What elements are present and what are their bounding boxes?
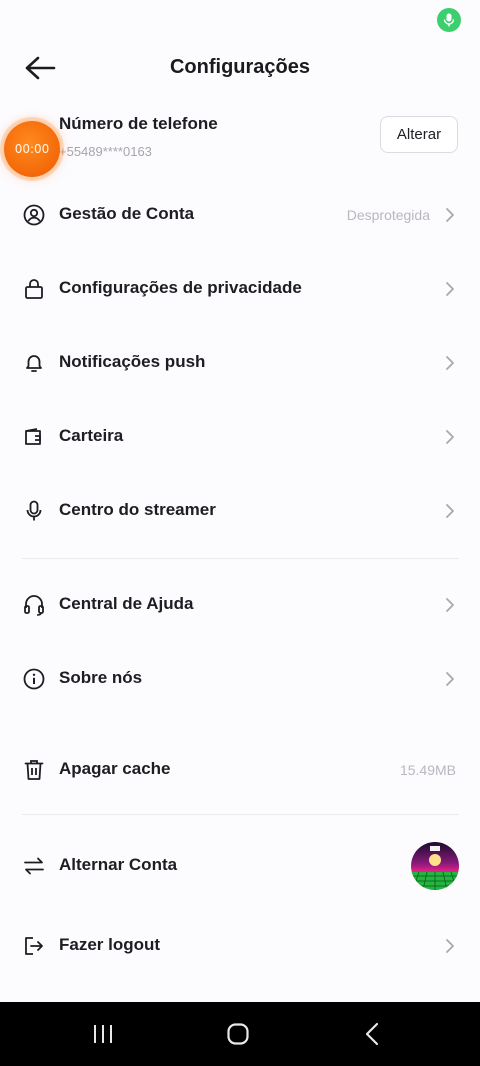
headset-icon <box>24 595 44 616</box>
info-icon <box>23 668 45 690</box>
menu-label: Central de Ajuda <box>59 594 194 613</box>
recent-apps-button[interactable] <box>83 1016 123 1052</box>
header: Configurações <box>0 44 480 90</box>
microphone-icon <box>26 500 42 521</box>
menu-item-help-center[interactable]: Central de Ajuda <box>0 577 480 633</box>
bell-icon <box>26 355 42 372</box>
chevron-right-icon <box>446 282 454 296</box>
menu-label: Centro do streamer <box>59 500 216 519</box>
menu-item-push-notifications[interactable]: Notificações push <box>0 335 480 391</box>
trash-icon <box>24 760 44 780</box>
chevron-right-icon <box>446 208 454 222</box>
system-back-button[interactable] <box>353 1016 393 1052</box>
menu-label: Alternar Conta <box>59 855 178 874</box>
section-divider <box>22 558 459 559</box>
status-bar <box>0 0 480 40</box>
menu-item-privacy-settings[interactable]: Configurações de privacidade <box>0 261 480 317</box>
menu-label: Notificações push <box>59 352 206 371</box>
menu-item-wallet[interactable]: Carteira <box>0 409 480 465</box>
phone-number-row: Número de telefone +55489****0163 Altera… <box>0 104 480 174</box>
phone-number-value: +55489****0163 <box>59 144 152 159</box>
section-divider <box>22 814 459 815</box>
menu-item-streamer-center[interactable]: Centro do streamer <box>0 483 480 539</box>
cache-size-value: 15.49MB <box>399 762 456 778</box>
avatar-image <box>411 842 459 890</box>
menu-label: Sobre nós <box>59 668 143 687</box>
account-status-value: Desprotegida <box>346 207 430 223</box>
chevron-right-icon <box>446 939 454 953</box>
swap-arrows-icon <box>24 857 44 875</box>
microphone-active-icon <box>437 8 461 32</box>
back-chevron-icon <box>365 1022 379 1046</box>
home-icon <box>227 1023 249 1045</box>
menu-item-account-management[interactable]: Gestão de Conta Desprotegida <box>0 187 480 243</box>
menu-item-about-us[interactable]: Sobre nós <box>0 651 480 707</box>
chevron-right-icon <box>446 356 454 370</box>
menu-label: Carteira <box>59 426 124 445</box>
phone-number-label: Número de telefone <box>59 114 218 133</box>
menu-item-logout[interactable]: Fazer logout <box>0 918 480 974</box>
recording-timer-bubble[interactable]: 00:00 <box>4 121 60 177</box>
menu-item-switch-account[interactable]: Alternar Conta <box>0 838 480 894</box>
wallet-icon <box>25 428 41 445</box>
menu-label: Fazer logout <box>59 935 161 954</box>
logout-icon <box>25 937 43 955</box>
chevron-right-icon <box>446 504 454 518</box>
user-circle-icon <box>23 204 45 226</box>
menu-label: Configurações de privacidade <box>59 278 302 297</box>
avatar[interactable] <box>411 842 459 890</box>
chevron-right-icon <box>446 430 454 444</box>
chevron-right-icon <box>446 598 454 612</box>
chevron-right-icon <box>446 672 454 686</box>
home-button[interactable] <box>218 1016 258 1052</box>
menu-item-clear-cache[interactable]: Apagar cache 15.49MB <box>0 742 480 798</box>
change-phone-button[interactable]: Alterar <box>380 116 458 153</box>
menu-label: Gestão de Conta <box>59 204 195 223</box>
page-title: Configurações <box>169 56 311 78</box>
system-navigation-bar <box>0 1002 480 1066</box>
lock-icon <box>25 279 43 299</box>
menu-label: Apagar cache <box>59 759 171 778</box>
timer-text: 00:00 <box>14 142 50 156</box>
recent-apps-icon <box>94 1025 112 1043</box>
